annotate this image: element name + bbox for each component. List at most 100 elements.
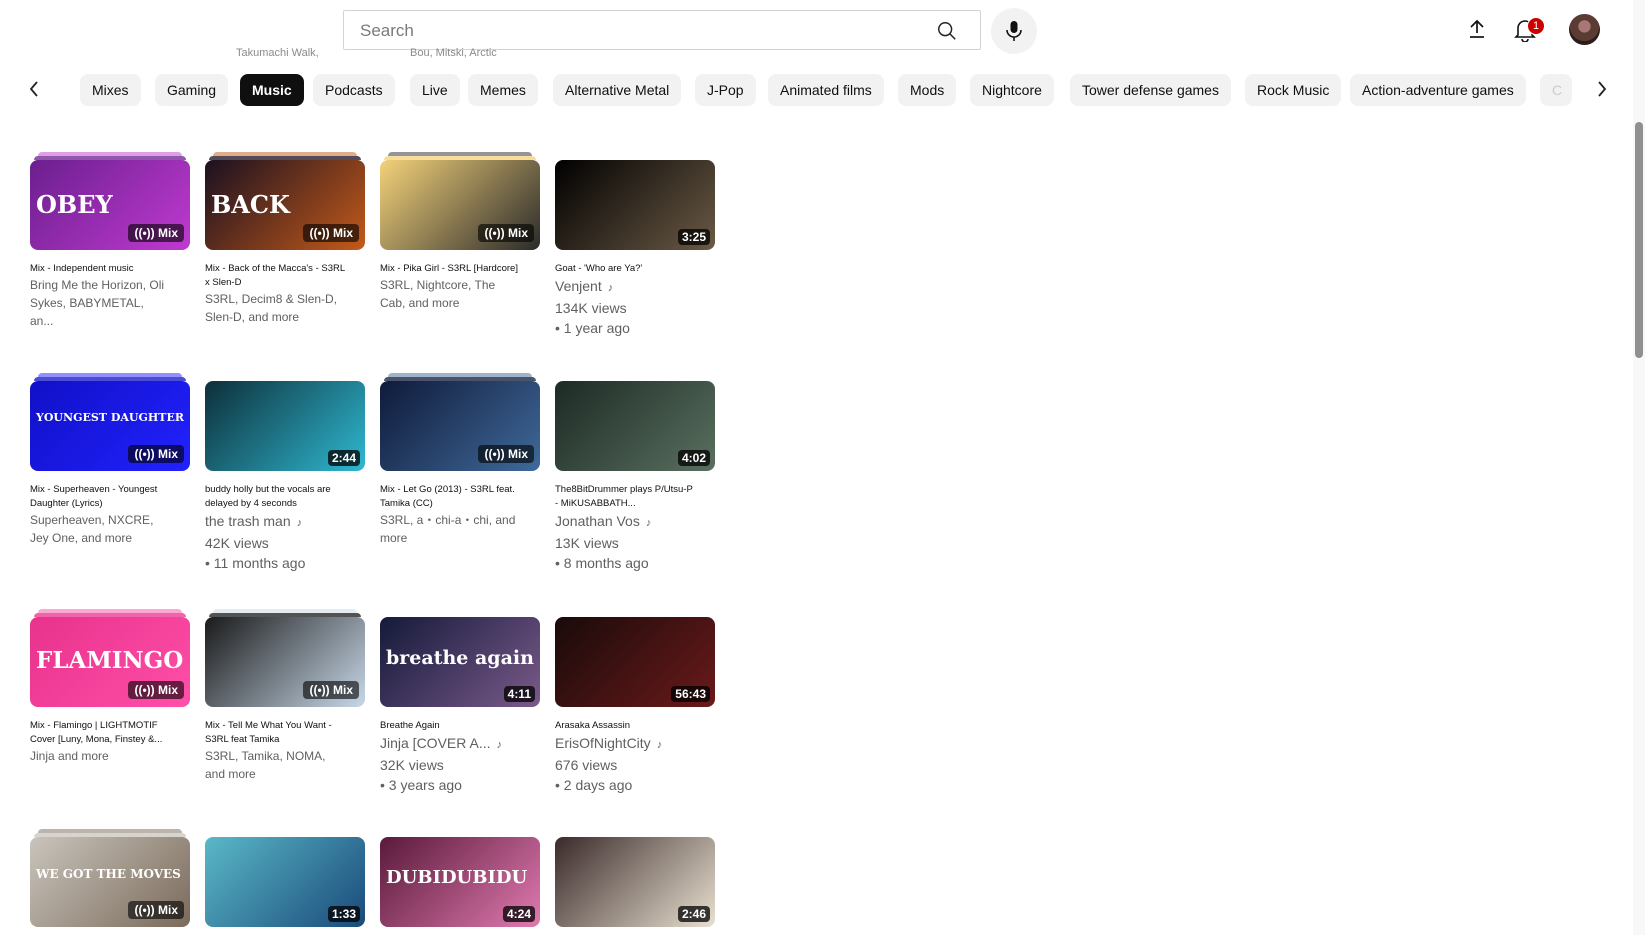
scrollbar-thumb[interactable] — [1635, 122, 1643, 358]
video-card[interactable]: FLAMINGO ((•)) Mix Mix - Flamingo | LIGHTM… — [30, 609, 190, 765]
view-count: 134K views — [555, 300, 627, 316]
video-title[interactable]: Goat - 'Who are Ya?' — [555, 262, 695, 276]
video-card[interactable]: 2:44 buddy holly but the vocals are delay… — [205, 381, 365, 573]
video-title[interactable]: Mix - Tell Me What You Want - S3RL feat … — [205, 719, 345, 747]
video-title[interactable]: Arasaka Assassin — [555, 719, 695, 733]
video-card[interactable]: ((•)) Mix Mix - Let Go (2013) - S3RL feat… — [380, 373, 540, 547]
thumbnail-artwork-text: DUBIDUBIDU — [386, 867, 528, 888]
view-count: 676 views — [555, 757, 618, 773]
video-title[interactable]: buddy holly but the vocals are delayed b… — [205, 483, 345, 511]
channel-name[interactable]: ErisOfNightCity ♪ — [555, 733, 695, 755]
thumbnail-artwork-text: YOUNGEST DAUGHTER — [36, 411, 184, 424]
avatar[interactable] — [1569, 14, 1600, 45]
video-thumbnail[interactable]: OBEY ((•)) Mix — [30, 160, 190, 250]
video-card[interactable]: OBEY ((•)) Mix Mix - Independent music Brin… — [30, 152, 190, 330]
channel-name[interactable]: S3RL, Tamika, NOMA, and more — [205, 747, 345, 783]
thumbnail-artwork-text: breathe again — [386, 647, 534, 669]
scrollbar[interactable] — [1633, 0, 1645, 935]
top-bar: 1 Takumachi Walk, Bou, Mitski, Arctic — [0, 0, 1645, 60]
channel-name[interactable]: Jinja [COVER A... ♪ — [380, 733, 520, 755]
video-thumbnail[interactable]: 56:43 — [555, 617, 715, 707]
channel-name[interactable]: the trash man ♪ — [205, 511, 345, 533]
video-thumbnail[interactable]: BACK ((•)) Mix — [205, 160, 365, 250]
filter-chip[interactable]: Podcasts — [313, 74, 395, 106]
video-card[interactable]: 4:02 The8BitDrummer plays P/Utsu-P - MiKU… — [555, 381, 715, 573]
video-title[interactable]: Mix - Let Go (2013) - S3RL feat. Tamika … — [380, 483, 520, 511]
video-thumbnail[interactable]: YOUNGEST DAUGHTER ((•)) Mix — [30, 381, 190, 471]
mic-icon — [1006, 21, 1022, 41]
search-box[interactable] — [343, 10, 981, 50]
view-count: 13K views — [555, 535, 619, 551]
video-thumbnail[interactable]: breathe again 4:11 — [380, 617, 540, 707]
video-thumbnail[interactable]: FLAMINGO ((•)) Mix — [30, 617, 190, 707]
voice-search-button[interactable] — [991, 8, 1037, 54]
video-card[interactable]: breathe again 4:11 Breathe Again Jinja [COV… — [380, 617, 540, 795]
video-title[interactable]: Mix - Flamingo | LIGHTMOTIF Cover [Luny,… — [30, 719, 170, 747]
filter-chip[interactable]: Alternative Metal — [553, 74, 682, 106]
video-card[interactable]: 1:33 — [205, 837, 365, 927]
upload-age: • 8 months ago — [555, 555, 649, 571]
search-icon[interactable] — [936, 20, 958, 42]
mix-badge: ((•)) Mix — [478, 224, 534, 242]
video-title[interactable]: Mix - Pika Girl - S3RL [Hardcore] — [380, 262, 520, 276]
video-title[interactable]: The8BitDrummer plays P/Utsu-P - MiKUSABB… — [555, 483, 695, 511]
duration-badge: 56:43 — [671, 686, 710, 702]
video-thumbnail[interactable]: 2:44 — [205, 381, 365, 471]
filter-chip[interactable]: Tower defense games — [1070, 74, 1231, 106]
upload-icon[interactable] — [1466, 18, 1488, 40]
video-title[interactable]: Mix - Back of the Macca's - S3RL x Slen-… — [205, 262, 345, 290]
video-card[interactable]: 56:43 Arasaka Assassin ErisOfNightCity ♪ 676… — [555, 617, 715, 795]
channel-name[interactable]: S3RL, Decim8 & Slen-D, Slen-D, and more — [205, 290, 345, 326]
video-card[interactable]: DUBIDUBIDU 4:24 — [380, 837, 540, 927]
video-card[interactable]: 2:46 — [555, 837, 715, 927]
channel-name[interactable]: Bring Me the Horizon, Oli Sykes, BABYMET… — [30, 276, 170, 330]
video-thumbnail[interactable]: 3:25 — [555, 160, 715, 250]
channel-name[interactable]: S3RL, a・chi-a・chi, and more — [380, 511, 520, 547]
music-note-icon: ♪ — [656, 739, 663, 751]
search-input[interactable] — [358, 19, 922, 43]
upload-age: • 2 days ago — [555, 777, 633, 793]
notification-count-badge: 1 — [1527, 17, 1545, 35]
mix-badge: ((•)) Mix — [303, 224, 359, 242]
video-card[interactable]: ((•)) Mix Mix - Pika Girl - S3RL [Hardcor… — [380, 152, 540, 312]
video-thumbnail[interactable]: 1:33 — [205, 837, 365, 927]
video-thumbnail[interactable]: ((•)) Mix — [205, 617, 365, 707]
channel-name[interactable]: Superheaven, NXCRE, Jey One, and more — [30, 511, 170, 547]
filter-chip[interactable]: Memes — [468, 74, 538, 106]
video-card[interactable]: WE GOT THE MOVES ((•)) Mix — [30, 829, 190, 927]
video-title[interactable]: Breathe Again — [380, 719, 520, 733]
video-title[interactable]: Mix - Superheaven - Youngest Daughter (L… — [30, 483, 170, 511]
video-title[interactable]: Mix - Independent music — [30, 262, 170, 276]
video-card[interactable]: BACK ((•)) Mix Mix - Back of the Macca's -… — [205, 152, 365, 326]
filter-chip[interactable]: Nightcore — [970, 74, 1054, 106]
filter-chip[interactable]: J-Pop — [695, 74, 756, 106]
channel-name[interactable]: Jinja and more — [30, 747, 170, 765]
mix-badge: ((•)) Mix — [128, 445, 184, 463]
channel-name[interactable]: Venjent ♪ — [555, 276, 695, 298]
mix-badge: ((•)) Mix — [303, 681, 359, 699]
video-thumbnail[interactable]: DUBIDUBIDU 4:24 — [380, 837, 540, 927]
filter-chip[interactable]: Gaming — [155, 74, 229, 106]
filter-chip[interactable]: Action-adventure games — [1350, 74, 1526, 106]
filter-chip[interactable]: Music — [240, 74, 304, 106]
filter-chip[interactable]: Rock Music — [1245, 74, 1342, 106]
video-card[interactable]: ((•)) Mix Mix - Tell Me What You Want - S… — [205, 609, 365, 783]
duration-badge: 1:33 — [327, 906, 360, 922]
video-thumbnail[interactable]: WE GOT THE MOVES ((•)) Mix — [30, 837, 190, 927]
video-thumbnail[interactable]: 4:02 — [555, 381, 715, 471]
channel-name[interactable]: Jonathan Vos ♪ — [555, 511, 695, 533]
music-note-icon: ♪ — [607, 282, 614, 294]
video-thumbnail[interactable]: ((•)) Mix — [380, 160, 540, 250]
video-thumbnail[interactable]: ((•)) Mix — [380, 381, 540, 471]
filter-chip[interactable]: Mixes — [80, 74, 141, 106]
video-card[interactable]: YOUNGEST DAUGHTER ((•)) Mix Mix - Superhea… — [30, 373, 190, 547]
filter-chip[interactable]: C — [1540, 74, 1572, 106]
music-note-icon: ♪ — [496, 739, 502, 751]
thumbnail-artwork-text: WE GOT THE MOVES — [36, 867, 181, 881]
filter-chip[interactable]: Mods — [898, 74, 957, 106]
filter-chip[interactable]: Live — [410, 74, 460, 106]
video-thumbnail[interactable]: 2:46 — [555, 837, 715, 927]
filter-chip[interactable]: Animated films — [768, 74, 884, 106]
video-card[interactable]: 3:25 Goat - 'Who are Ya?' Venjent ♪ 134K vie… — [555, 160, 715, 338]
channel-name[interactable]: S3RL, Nightcore, The Cab, and more — [380, 276, 520, 312]
